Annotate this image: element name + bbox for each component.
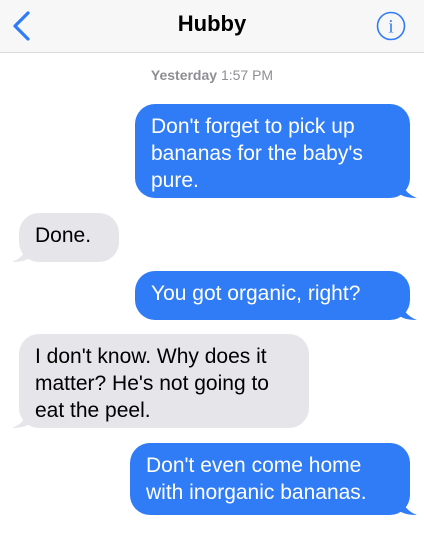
timestamp-time: 1:57 PM bbox=[220, 67, 274, 83]
conversation-title: Hubby bbox=[177, 11, 247, 36]
bubble-tail bbox=[397, 298, 417, 320]
info-button[interactable]: i bbox=[376, 11, 406, 41]
message-text: Done. bbox=[35, 224, 92, 247]
bubble-tail bbox=[397, 493, 417, 515]
outgoing-message-bubble[interactable]: Don't forget to pick up bananas for the … bbox=[135, 104, 417, 198]
nav-header: Hubby i bbox=[0, 0, 424, 53]
info-icon: i bbox=[376, 11, 406, 41]
svg-text:i: i bbox=[388, 17, 393, 38]
outgoing-message-bubble[interactable]: Don't even come home with inorganic bana… bbox=[130, 443, 417, 515]
message-text: I don't know. Why does it matter? He's n… bbox=[35, 345, 269, 422]
incoming-message-bubble[interactable]: Done. bbox=[12, 213, 119, 262]
incoming-message-bubble[interactable]: I don't know. Why does it matter? He's n… bbox=[12, 334, 309, 428]
timestamp-day: Yesterday bbox=[150, 67, 218, 83]
message-timestamp: Yesterday 1:57 PM bbox=[0, 67, 424, 83]
bubble-tail bbox=[397, 176, 417, 198]
message-text: Don't forget to pick up bananas for the … bbox=[151, 115, 363, 192]
bubble-tail bbox=[12, 406, 32, 428]
bubble-tail bbox=[12, 240, 32, 262]
message-text: You got organic, right? bbox=[151, 282, 361, 305]
outgoing-message-bubble[interactable]: You got organic, right? bbox=[135, 271, 417, 320]
message-text: Don't even come home with inorganic bana… bbox=[146, 454, 367, 504]
